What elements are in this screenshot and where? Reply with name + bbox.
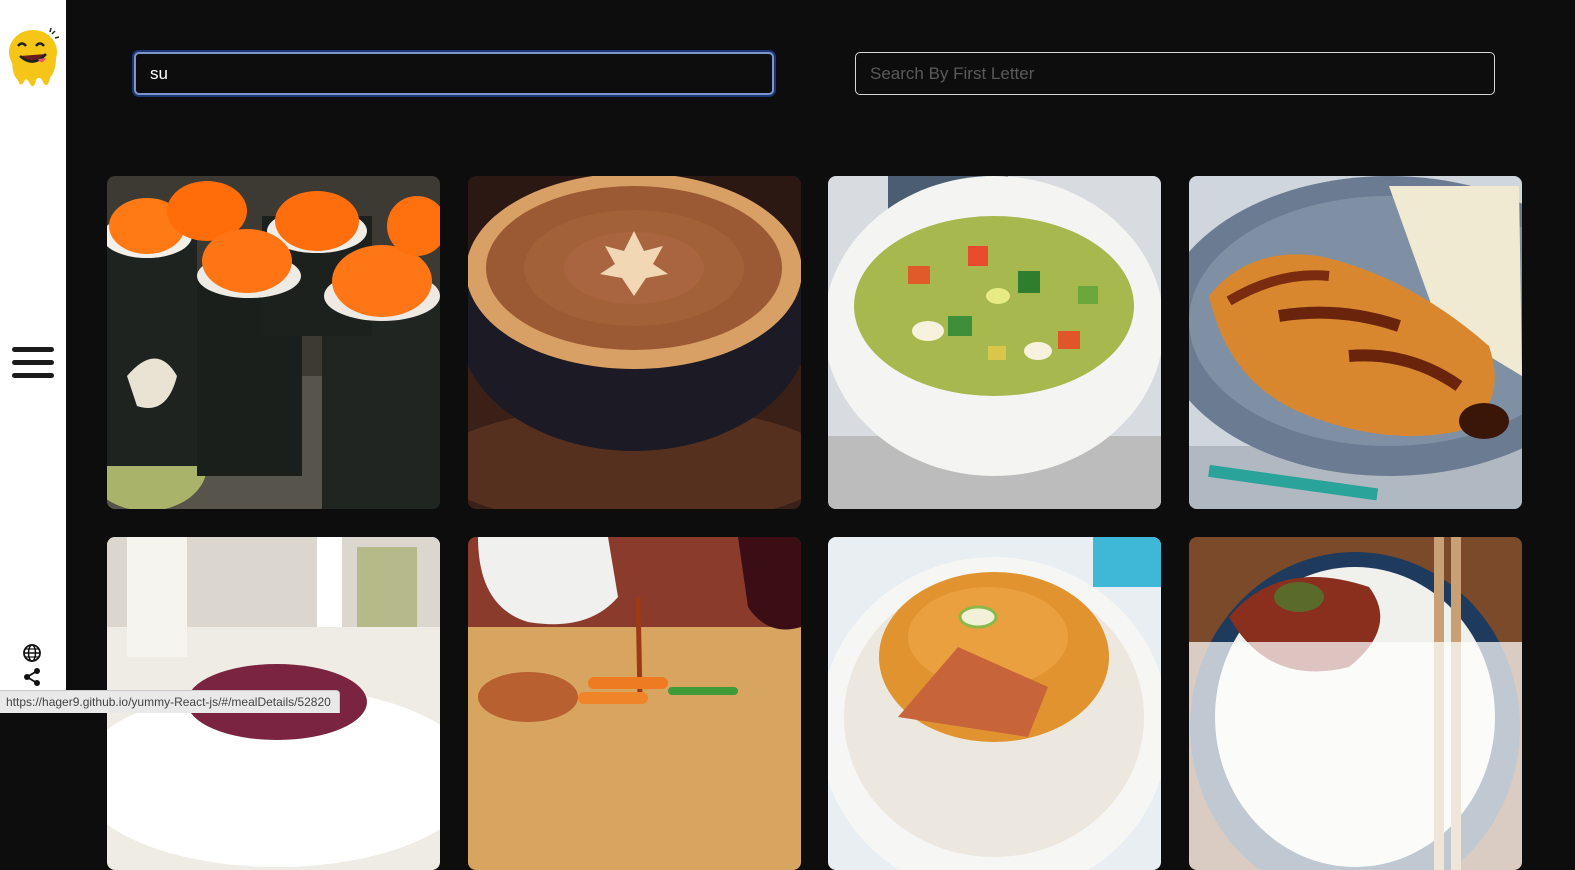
meal-card-pumpkin-pie[interactable] [468, 176, 801, 509]
katsu-curry-rice-image [828, 537, 1161, 870]
hamburger-menu-icon[interactable] [12, 347, 54, 385]
roast-dinner-image [468, 537, 801, 870]
meal-card-chicken-rice-bowl[interactable] [1189, 537, 1522, 870]
meal-card-hover-overlay [1189, 642, 1522, 870]
vegetable-soup-image [828, 176, 1161, 509]
meal-card-roast-dinner[interactable] [468, 537, 801, 870]
menu-bar [12, 360, 54, 365]
search-by-first-letter-input[interactable] [855, 52, 1495, 95]
status-bar-url: https://hager9.github.io/yummy-React-js/… [0, 690, 340, 713]
chicken-katsu-image [1189, 176, 1522, 509]
share-icon[interactable] [22, 667, 42, 687]
meal-card-vegetable-soup[interactable] [828, 176, 1161, 509]
meal-card-chicken-katsu[interactable] [1189, 176, 1522, 509]
search-by-name-input[interactable] [134, 52, 774, 95]
pumpkin-pie-image [468, 176, 801, 509]
meal-card-katsu-curry-rice[interactable] [828, 537, 1161, 870]
menu-bar [12, 373, 54, 378]
meal-card-sushi[interactable] [107, 176, 440, 509]
sidebar [0, 0, 66, 712]
sushi-image [107, 176, 440, 509]
globe-icon[interactable] [22, 643, 42, 663]
menu-bar [12, 347, 54, 352]
smiling-face-logo-icon[interactable] [6, 26, 62, 90]
